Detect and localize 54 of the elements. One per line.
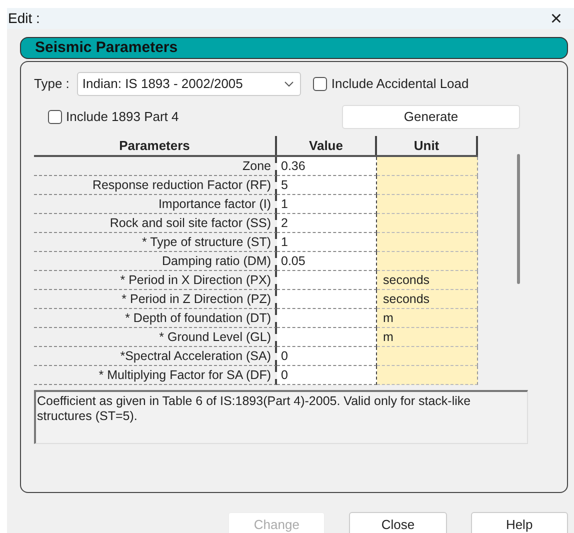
- table-cell[interactable]: [277, 309, 377, 328]
- table-cell[interactable]: 1: [277, 233, 377, 252]
- table-cell[interactable]: 0.36: [277, 157, 377, 176]
- type-dropdown[interactable]: Indian: IS 1893 - 2002/2005: [77, 72, 302, 96]
- checkbox[interactable]: [313, 77, 328, 91]
- dialog-button[interactable]: Help: [470, 512, 568, 533]
- column-header: Value: [277, 136, 377, 155]
- table-cell[interactable]: 0.05: [277, 252, 377, 271]
- table-cell[interactable]: [377, 157, 478, 176]
- table-cell[interactable]: [277, 328, 377, 347]
- table-cell[interactable]: [277, 271, 377, 290]
- dialog-button[interactable]: Close: [349, 512, 447, 533]
- table-cell: Rock and soil site factor (SS): [34, 214, 277, 233]
- table-cell: * Type of structure (ST): [34, 233, 277, 252]
- table-cell: * Ground Level (GL): [34, 328, 277, 347]
- table-cell: Importance factor (I): [34, 195, 277, 214]
- table-cell: Zone: [34, 157, 277, 176]
- table-cell[interactable]: [377, 214, 478, 233]
- checkbox-label: Include Accidental Load: [331, 75, 469, 94]
- table-cell[interactable]: [377, 195, 478, 214]
- table-cell[interactable]: seconds: [377, 271, 478, 290]
- table-cell[interactable]: [377, 347, 478, 366]
- checkbox-label: Include 1893 Part 4: [66, 108, 179, 126]
- column-header: Unit: [377, 136, 478, 155]
- description-box: Coefficient as given in Table 6 of IS:1893(Part 4)-2005. Valid only for stack-like structures (ST=5).: [34, 390, 528, 444]
- table-cell: *Spectral Acceleration (SA): [34, 347, 277, 366]
- window-title: Edit :: [8, 9, 40, 28]
- table-cell[interactable]: 0: [277, 366, 377, 385]
- table-cell[interactable]: [377, 252, 478, 271]
- table-cell[interactable]: m: [377, 309, 478, 328]
- table-cell[interactable]: 1: [277, 195, 377, 214]
- table-cell: * Multiplying Factor for SA (DF): [34, 366, 277, 385]
- table-cell: Response reduction Factor (RF): [34, 176, 277, 195]
- table-cell[interactable]: [277, 290, 377, 309]
- section-header: Seismic Parameters: [20, 37, 568, 59]
- checkbox[interactable]: [48, 110, 62, 124]
- table-cell[interactable]: 5: [277, 176, 377, 195]
- generate-button[interactable]: Generate: [342, 105, 520, 129]
- table-cell[interactable]: [377, 366, 478, 385]
- table-cell[interactable]: seconds: [377, 290, 478, 309]
- table-cell: * Depth of foundation (DT): [34, 309, 277, 328]
- table-cell: * Period in Z Direction (PZ): [34, 290, 277, 309]
- table-cell[interactable]: m: [377, 328, 478, 347]
- table-cell[interactable]: [377, 176, 478, 195]
- table-cell[interactable]: 2: [277, 214, 377, 233]
- type-label: Type :: [34, 75, 70, 94]
- column-header: Parameters: [34, 136, 277, 155]
- close-button[interactable]: ×: [546, 8, 566, 28]
- table-cell[interactable]: [377, 233, 478, 252]
- table-cell[interactable]: 0: [277, 347, 377, 366]
- table-cell: * Period in X Direction (PX): [34, 271, 277, 290]
- table-cell: Damping ratio (DM): [34, 252, 277, 271]
- chevron-down-icon: [284, 81, 294, 87]
- scrollbar[interactable]: [517, 154, 520, 284]
